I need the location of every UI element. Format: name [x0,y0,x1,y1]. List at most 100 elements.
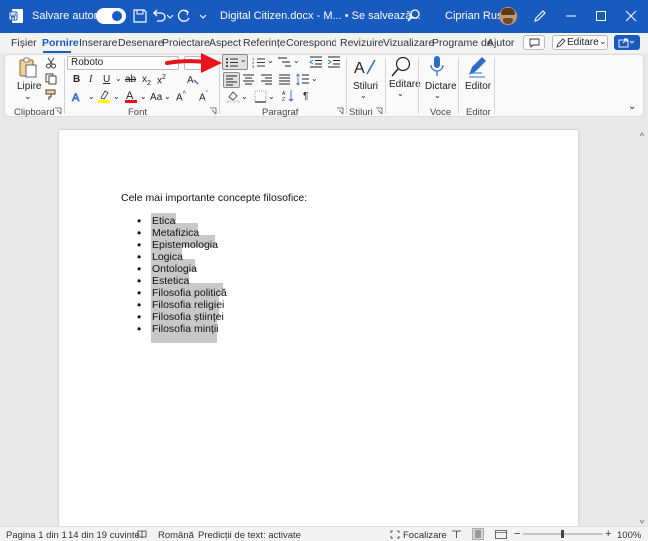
list-item[interactable]: Logica [152,251,183,263]
editing-mode-button[interactable]: Editare ⌄ [552,35,608,50]
borders-dropdown-icon[interactable]: ⌄ [268,92,275,101]
save-icon[interactable] [132,8,148,24]
list-item[interactable]: Metafizica [152,227,199,239]
styles-icon[interactable]: A [353,56,377,80]
font-color-icon[interactable]: A [124,89,138,104]
tab-addins[interactable]: Programe de [432,37,493,49]
pen-icon[interactable] [532,8,548,24]
editor-icon[interactable] [466,55,488,79]
document-title[interactable]: Digital Citizen.docx - M... • Se salveaz… [220,10,421,22]
bold-icon[interactable]: B [73,74,80,85]
subscript-icon[interactable]: x2 [142,74,151,87]
word-count[interactable]: 14 din 19 cuvinte [68,530,140,541]
zoom-slider[interactable] [523,529,603,539]
text-effects-icon[interactable]: A [71,90,87,104]
dictate-label[interactable]: Dictare [425,81,457,92]
web-layout-icon[interactable] [495,530,507,539]
tab-draw[interactable]: Desenare [118,37,164,49]
shading-icon[interactable] [226,90,240,103]
close-icon[interactable] [624,8,638,24]
font-launcher-icon[interactable] [209,107,217,115]
maximize-icon[interactable] [594,8,608,24]
tab-review[interactable]: Revizuire [340,37,384,49]
list-item[interactable]: Filosofia religiei [152,299,224,311]
tab-mailings[interactable]: Corespondențe [286,37,336,49]
align-right-icon[interactable] [261,74,273,85]
multilevel-dropdown-icon[interactable]: ⌄ [293,56,300,65]
format-painter-icon[interactable] [45,89,57,101]
customize-toolbar-icon[interactable] [198,8,208,24]
tab-layout[interactable]: Aspect [209,37,241,49]
microphone-icon[interactable] [429,55,445,79]
justify-icon[interactable] [279,74,291,85]
borders-icon[interactable] [254,90,267,103]
tab-help[interactable]: Ajutor [487,37,514,49]
document-heading[interactable]: Cele mai importante concepte filosofice: [121,192,307,204]
page-count[interactable]: Pagina 1 din 1 [6,530,67,541]
tab-references[interactable]: Referințe [243,37,286,49]
clipboard-launcher-icon[interactable] [54,107,62,115]
paste-icon[interactable] [17,57,39,79]
tab-design[interactable]: Proiectare [162,37,210,49]
numbering-dropdown-icon[interactable]: ⌄ [267,56,274,65]
list-item[interactable]: Filosofia minții [152,323,219,335]
tab-insert[interactable]: Inserare [79,37,118,49]
align-left-button[interactable] [223,72,240,88]
paste-dropdown-icon[interactable]: ⌄ [24,91,32,102]
list-item[interactable]: Filosofia științei [152,311,224,323]
tab-file[interactable]: Fișier [11,37,37,49]
zoom-out-icon[interactable]: − [514,528,520,540]
change-case-icon[interactable]: Aa [150,92,162,103]
shrink-font-icon[interactable]: Aˇ [199,91,208,103]
list-item[interactable]: Estetica [152,275,189,287]
focus-label[interactable]: Focalizare [403,530,447,541]
focus-icon[interactable] [390,530,400,539]
list-item[interactable]: Ontologia [152,263,197,275]
underline-icon[interactable]: U [103,74,110,85]
text-effects-dropdown-icon[interactable]: ⌄ [88,92,95,101]
autosave-toggle[interactable] [96,8,126,24]
list-item[interactable]: Epistemologia [152,239,218,251]
undo-dropdown-icon[interactable] [166,8,174,24]
tab-home[interactable]: Pornire [42,37,79,49]
collapse-ribbon-icon[interactable]: ⌄ [628,101,636,112]
editing-label[interactable]: Editare [389,79,421,90]
multilevel-list-icon[interactable] [278,56,292,68]
minimize-icon[interactable] [564,8,578,24]
highlight-dropdown-icon[interactable]: ⌄ [113,92,120,101]
proofing-icon[interactable] [137,530,147,539]
font-color-dropdown-icon[interactable]: ⌄ [140,92,147,101]
line-spacing-icon[interactable] [296,73,310,86]
cut-icon[interactable] [45,57,57,69]
print-layout-icon[interactable] [472,528,484,540]
numbering-icon[interactable]: 1 2 3 [252,56,266,68]
zoom-level[interactable]: 100% [617,530,641,541]
copy-icon[interactable] [45,73,57,85]
dictate-dropdown-icon[interactable]: ⌄ [434,91,441,100]
bullets-button[interactable]: ⌄ [222,54,248,70]
sort-icon[interactable]: A Z [282,89,294,103]
language[interactable]: Română [158,530,194,541]
line-spacing-dropdown-icon[interactable]: ⌄ [311,74,318,83]
vertical-scrollbar[interactable] [639,130,645,526]
list-item[interactable]: Filosofia politică [152,287,227,299]
text-predictions[interactable]: Predicții de text: activate [198,530,301,541]
change-case-dropdown-icon[interactable]: ⌄ [164,92,171,101]
underline-dropdown-icon[interactable]: ⌄ [115,74,122,83]
styles-launcher-icon[interactable] [375,107,383,115]
tab-view[interactable]: Vizualizare [383,37,434,49]
grow-font-icon[interactable]: A^ [176,91,186,103]
highlight-icon[interactable] [97,89,111,104]
share-button[interactable] [614,35,640,50]
show-marks-icon[interactable]: ¶ [303,91,308,102]
editing-dropdown-icon[interactable]: ⌄ [397,89,404,98]
italic-icon[interactable]: I [89,74,92,85]
paragraph-launcher-icon[interactable] [336,107,344,115]
editor-label[interactable]: Editor [465,81,491,92]
comments-button[interactable] [523,35,545,50]
font-name-field[interactable]: Roboto [67,56,179,70]
decrease-indent-icon[interactable] [309,56,323,68]
align-center-icon[interactable] [243,74,255,85]
strikethrough-icon[interactable]: ab [125,74,136,85]
read-mode-icon[interactable] [451,530,462,539]
